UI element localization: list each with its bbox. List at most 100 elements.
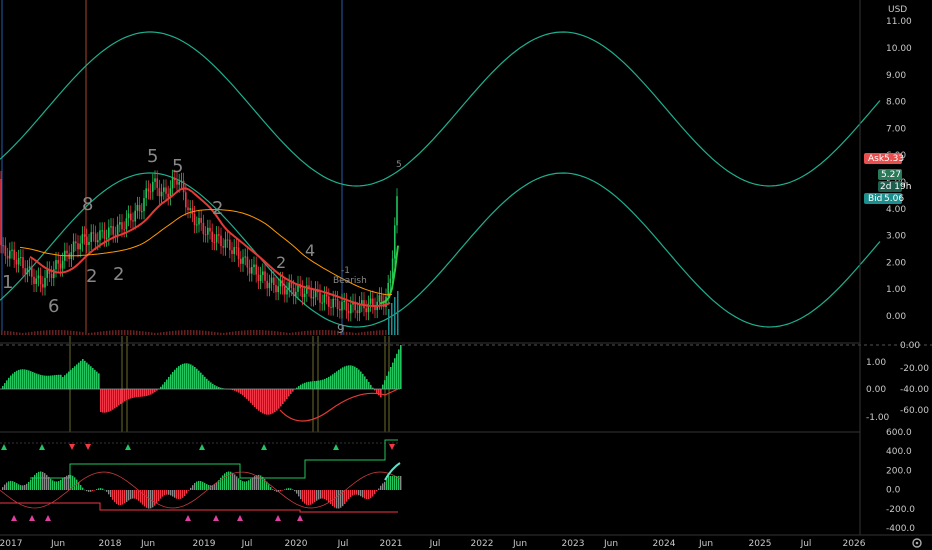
candle-body[interactable] bbox=[35, 278, 37, 284]
candle-body[interactable] bbox=[193, 214, 196, 226]
candle-body[interactable] bbox=[174, 177, 176, 181]
candle-body[interactable] bbox=[233, 247, 235, 254]
candle-body[interactable] bbox=[15, 259, 18, 265]
candle-body[interactable] bbox=[198, 217, 200, 225]
candle-body[interactable] bbox=[13, 249, 15, 260]
candle-body[interactable] bbox=[237, 247, 240, 259]
trading-chart[interactable]: 1 6 8 2 2 5 5 2 2 4 -1 Bearish 5 9 USD 1… bbox=[0, 0, 932, 550]
candle-body[interactable] bbox=[90, 232, 92, 242]
candle-body[interactable] bbox=[270, 277, 273, 283]
candle-body[interactable] bbox=[37, 275, 40, 279]
candle-body[interactable] bbox=[178, 181, 180, 185]
candle-body[interactable] bbox=[77, 243, 79, 250]
oscillator-pane-1[interactable] bbox=[0, 345, 402, 422]
candle-body[interactable] bbox=[343, 300, 345, 302]
candle-body[interactable] bbox=[83, 234, 86, 237]
candle-body[interactable] bbox=[17, 257, 20, 265]
candle-body[interactable] bbox=[286, 289, 288, 295]
candle-body[interactable] bbox=[134, 210, 136, 222]
candle-body[interactable] bbox=[20, 257, 22, 259]
candle-body[interactable] bbox=[94, 233, 97, 243]
candle-body[interactable] bbox=[336, 299, 339, 309]
candle-body[interactable] bbox=[127, 213, 130, 219]
candle-body[interactable] bbox=[55, 260, 57, 270]
candle-body[interactable] bbox=[255, 264, 257, 275]
candle-body[interactable] bbox=[273, 277, 275, 286]
candle-body[interactable] bbox=[292, 287, 295, 297]
candle-body[interactable] bbox=[345, 300, 348, 311]
candle-body[interactable] bbox=[132, 220, 134, 222]
candle-body[interactable] bbox=[347, 310, 350, 314]
candle-body[interactable] bbox=[110, 226, 112, 228]
candle-body[interactable] bbox=[119, 222, 121, 225]
candle-body[interactable] bbox=[310, 288, 312, 299]
candle-body[interactable] bbox=[33, 276, 35, 284]
candle-body[interactable] bbox=[319, 292, 321, 303]
candle-body[interactable] bbox=[141, 211, 143, 213]
candle-body[interactable] bbox=[321, 302, 323, 304]
candle-body[interactable] bbox=[394, 225, 396, 259]
candle-body[interactable] bbox=[262, 271, 264, 275]
candle-body[interactable] bbox=[143, 198, 145, 212]
candle-body[interactable] bbox=[222, 246, 224, 248]
candle-body[interactable] bbox=[242, 257, 244, 264]
candle-body[interactable] bbox=[361, 300, 363, 305]
candle-body[interactable] bbox=[50, 273, 53, 279]
candle-body[interactable] bbox=[220, 235, 222, 247]
candle-body[interactable] bbox=[9, 250, 11, 259]
candle-body[interactable] bbox=[28, 266, 31, 269]
candle-body[interactable] bbox=[145, 188, 147, 199]
candle-body[interactable] bbox=[196, 224, 198, 226]
candle-body[interactable] bbox=[182, 180, 185, 193]
candle-body[interactable] bbox=[147, 188, 150, 192]
candle-body[interactable] bbox=[268, 282, 271, 289]
candle-body[interactable] bbox=[231, 250, 233, 254]
price-candles[interactable] bbox=[0, 169, 399, 335]
candle-body[interactable] bbox=[6, 255, 9, 259]
candle-body[interactable] bbox=[248, 267, 251, 274]
candle-body[interactable] bbox=[176, 180, 178, 185]
candle-body[interactable] bbox=[235, 247, 238, 249]
candle-body[interactable] bbox=[209, 227, 211, 232]
candle-body[interactable] bbox=[396, 196, 398, 226]
candle-body[interactable] bbox=[4, 245, 7, 256]
candle-body[interactable] bbox=[158, 187, 161, 197]
candle-body[interactable] bbox=[123, 229, 125, 231]
candle-body[interactable] bbox=[275, 285, 277, 293]
candle-body[interactable] bbox=[330, 306, 332, 308]
candle-body[interactable] bbox=[323, 294, 326, 303]
candle-body[interactable] bbox=[44, 277, 46, 288]
candle-body[interactable] bbox=[341, 301, 343, 311]
candle-body[interactable] bbox=[253, 264, 255, 268]
candle-body[interactable] bbox=[187, 207, 189, 211]
candle-body[interactable] bbox=[350, 304, 352, 314]
candle-body[interactable] bbox=[75, 241, 77, 244]
candle-body[interactable] bbox=[277, 286, 279, 293]
candle-body[interactable] bbox=[59, 263, 62, 269]
candle-body[interactable] bbox=[11, 249, 13, 251]
candle-body[interactable] bbox=[121, 222, 123, 230]
candle-body[interactable] bbox=[240, 258, 242, 264]
candle-body[interactable] bbox=[112, 226, 114, 235]
candle-body[interactable] bbox=[101, 230, 103, 232]
candle-body[interactable] bbox=[378, 295, 381, 302]
candle-body[interactable] bbox=[156, 178, 158, 188]
candle-body[interactable] bbox=[136, 204, 139, 211]
candle-body[interactable] bbox=[103, 230, 106, 239]
candle-body[interactable] bbox=[215, 234, 218, 243]
candle-body[interactable] bbox=[284, 286, 286, 295]
candle-body[interactable] bbox=[99, 230, 101, 241]
candle-body[interactable] bbox=[246, 256, 249, 268]
candle-body[interactable] bbox=[79, 243, 81, 250]
candle-body[interactable] bbox=[2, 245, 4, 247]
candle-body[interactable] bbox=[185, 192, 187, 208]
candle-body[interactable] bbox=[0, 178, 2, 246]
candle-body[interactable] bbox=[369, 298, 372, 304]
candle-body[interactable] bbox=[108, 227, 110, 238]
candle-body[interactable] bbox=[290, 282, 293, 288]
candle-body[interactable] bbox=[57, 260, 59, 264]
candle-body[interactable] bbox=[154, 178, 156, 182]
candle-body[interactable] bbox=[356, 310, 359, 314]
candle-body[interactable] bbox=[218, 234, 220, 236]
candle-body[interactable] bbox=[244, 256, 246, 258]
